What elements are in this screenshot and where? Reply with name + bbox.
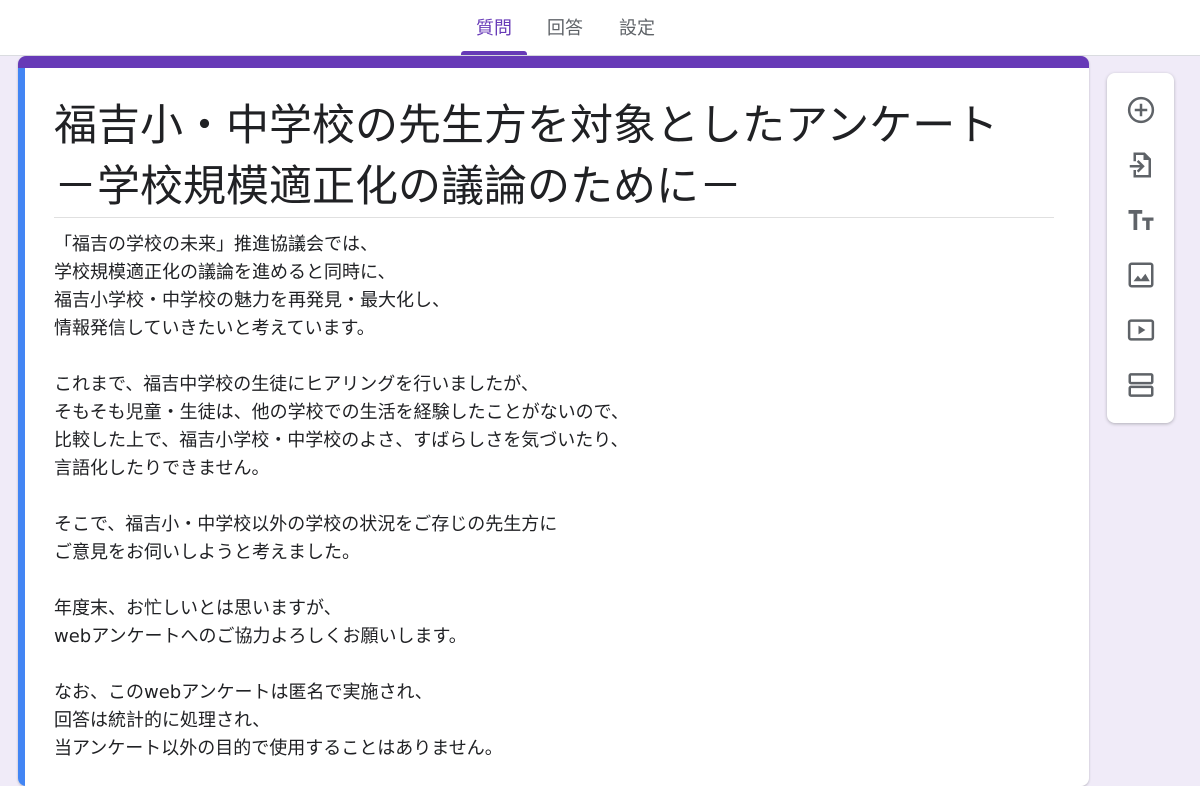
add-image-button[interactable] [1122,256,1160,294]
title-divider [54,217,1054,218]
add-video-icon [1126,315,1156,345]
tab-settings[interactable]: 設定 [607,0,667,56]
add-title-button[interactable] [1122,201,1160,239]
form-title[interactable]: 福吉小・中学校の先生方を対象としたアンケート －学校規模適正化の議論のために－ [54,96,1064,218]
top-navigation-bar: 質問 回答 設定 [0,0,1200,56]
tab-questions[interactable]: 質問 [461,0,527,56]
add-image-icon [1126,260,1156,290]
form-description[interactable]: 「福吉の学校の未来」推進協議会では、 学校規模適正化の議論を進めると同時に、 福… [54,231,1064,763]
card-active-indicator [18,68,25,786]
floating-toolbar [1107,73,1174,423]
card-theme-bar [18,56,1089,68]
add-question-button[interactable] [1122,91,1160,129]
form-header-card[interactable]: 福吉小・中学校の先生方を対象としたアンケート －学校規模適正化の議論のために－ … [18,56,1089,786]
import-questions-button[interactable] [1122,146,1160,184]
add-section-icon [1126,370,1156,400]
add-title-icon [1126,205,1156,235]
active-tab-indicator [461,51,527,55]
add-section-button[interactable] [1122,366,1160,404]
tab-responses[interactable]: 回答 [535,0,595,56]
add-video-button[interactable] [1122,311,1160,349]
add-question-icon [1126,95,1156,125]
import-questions-icon [1126,150,1156,180]
